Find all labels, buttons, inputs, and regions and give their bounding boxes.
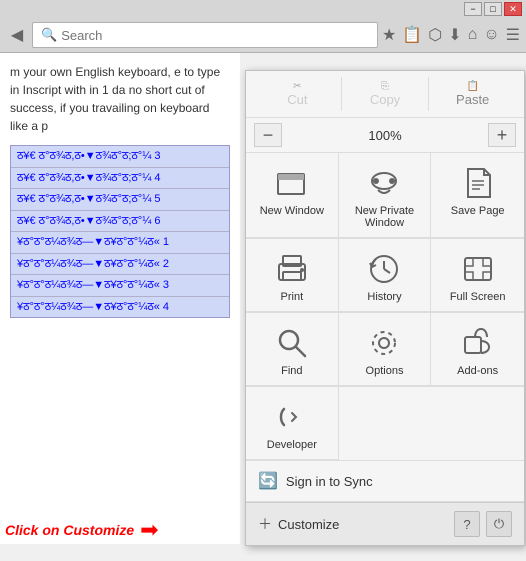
save-page-icon — [460, 165, 496, 201]
list-item[interactable]: ठ¥€ ठ°ठ¾ठ,ठ•▼ठ¾ठ°ठ;ठ°¼ 4 — [11, 168, 229, 190]
sync-icon: 🔄 — [258, 471, 278, 491]
click-annotation-text: Click on Customize — [5, 522, 134, 538]
nav-bar: ◀ 🔍 ★ 📋 ⬡ ⬇ ⌂ ☺ ☰ — [0, 18, 526, 52]
sign-in-label: Sign in to Sync — [286, 474, 373, 489]
find-button[interactable]: Find — [246, 313, 339, 386]
page-text: m your own English keyboard, e to type i… — [10, 63, 230, 135]
bookmark-icon[interactable]: ★ — [382, 25, 396, 45]
help-button[interactable]: ? — [454, 511, 480, 537]
developer-button[interactable]: Developer — [246, 387, 339, 460]
developer-icon — [274, 399, 310, 435]
new-window-icon — [274, 165, 310, 201]
search-bar[interactable]: 🔍 — [32, 22, 378, 48]
list-item[interactable]: ¥ठ°ठ°ठ¼ठ¾ठ—▼ठ¥ठ°ठ°¼ठ« 1 — [11, 232, 229, 254]
find-label: Find — [281, 365, 302, 377]
main-content: m your own English keyboard, e to type i… — [0, 53, 526, 544]
reading-list-icon[interactable]: 📋 — [402, 25, 422, 45]
find-icon — [274, 325, 310, 361]
power-button[interactable]: ⏻ — [486, 511, 512, 537]
icon-grid-row2: Print History — [246, 239, 524, 313]
search-icon: 🔍 — [41, 27, 57, 43]
title-bar: − □ ✕ — [0, 0, 526, 18]
list-item[interactable]: ठ¥€ ठ°ठ¾ठ,ठ•▼ठ¾ठ°ठ;ठ°¼ 6 — [11, 211, 229, 233]
minimize-button[interactable]: − — [464, 2, 482, 16]
history-label: History — [367, 291, 401, 303]
zoom-value: 100% — [282, 128, 488, 143]
dropdown-menu: ✂ Cut ⎘ Copy 📋 Paste − 100% + — [245, 70, 525, 546]
link-list: ठ¥€ ठ°ठ¾ठ,ठ•▼ठ¾ठ°ठ;ठ°¼ 3 ठ¥€ ठ°ठ¾ठ,ठ•▼ठ¾… — [10, 145, 230, 318]
maximize-button[interactable]: □ — [484, 2, 502, 16]
options-icon — [366, 325, 402, 361]
print-icon — [274, 251, 310, 287]
addons-icon — [460, 325, 496, 361]
full-screen-icon — [460, 251, 496, 287]
history-icon — [366, 251, 402, 287]
new-private-window-label: New Private Window — [347, 205, 423, 229]
page-content: m your own English keyboard, e to type i… — [0, 53, 240, 544]
new-private-window-button[interactable]: New Private Window — [339, 153, 432, 238]
icon-grid-row3: Find Options — [246, 313, 524, 387]
home-icon[interactable]: ⌂ — [468, 26, 478, 44]
zoom-in-button[interactable]: + — [488, 123, 516, 147]
sign-in-button[interactable]: 🔄 Sign in to Sync — [246, 461, 524, 502]
cut-button[interactable]: ✂ Cut — [254, 77, 342, 111]
pocket-icon[interactable]: ⬡ — [428, 25, 442, 45]
options-button[interactable]: Options — [339, 313, 432, 386]
search-input[interactable] — [61, 28, 369, 43]
arrow-icon: ➡ — [140, 517, 158, 543]
customize-row: ＋ Customize ? ⏻ — [246, 502, 524, 545]
browser-chrome: − □ ✕ ◀ 🔍 ★ 📋 ⬡ ⬇ ⌂ ☺ ☰ — [0, 0, 526, 53]
new-window-label: New Window — [260, 205, 324, 217]
customize-button[interactable]: Customize — [278, 517, 448, 532]
click-annotation: Click on Customize ➡ — [5, 517, 159, 543]
new-window-button[interactable]: New Window — [246, 153, 339, 238]
user-icon[interactable]: ☺ — [483, 26, 499, 44]
list-item[interactable]: ¥ठ°ठ°ठ¼ठ¾ठ—▼ठ¥ठ°ठ°¼ठ« 3 — [11, 275, 229, 297]
developer-label: Developer — [267, 439, 317, 451]
menu-icon[interactable]: ☰ — [506, 25, 520, 45]
list-item[interactable]: ठ¥€ ठ°ठ¾ठ,ठ•▼ठ¾ठ°ठ;ठ°¼ 5 — [11, 189, 229, 211]
options-label: Options — [366, 365, 404, 377]
paste-button[interactable]: 📋 Paste — [429, 77, 516, 111]
print-button[interactable]: Print — [246, 239, 339, 312]
edit-row: ✂ Cut ⎘ Copy 📋 Paste — [246, 71, 524, 118]
full-screen-button[interactable]: Full Screen — [431, 239, 524, 312]
addons-button[interactable]: Add-ons — [431, 313, 524, 386]
save-page-label: Save Page — [451, 205, 505, 217]
download-icon[interactable]: ⬇ — [448, 25, 461, 45]
addons-label: Add-ons — [457, 365, 498, 377]
save-page-button[interactable]: Save Page — [431, 153, 524, 238]
list-item[interactable]: ¥ठ°ठ°ठ¼ठ¾ठ—▼ठ¥ठ°ठ°¼ठ« 2 — [11, 254, 229, 276]
full-screen-label: Full Screen — [450, 291, 506, 303]
customize-plus-icon: ＋ — [258, 514, 272, 534]
zoom-row: − 100% + — [246, 118, 524, 153]
icon-grid-row4: Developer — [246, 387, 524, 461]
new-private-window-icon — [366, 165, 402, 201]
nav-icons: ★ 📋 ⬡ ⬇ ⌂ ☺ ☰ — [382, 25, 520, 45]
icon-grid-row1: New Window New Private Window — [246, 153, 524, 239]
copy-button[interactable]: ⎘ Copy — [342, 77, 430, 111]
history-button[interactable]: History — [339, 239, 432, 312]
close-button[interactable]: ✕ — [504, 2, 522, 16]
zoom-out-button[interactable]: − — [254, 123, 282, 147]
print-label: Print — [281, 291, 304, 303]
list-item[interactable]: ठ¥€ ठ°ठ¾ठ,ठ•▼ठ¾ठ°ठ;ठ°¼ 3 — [11, 146, 229, 168]
back-button[interactable]: ◀ — [6, 24, 28, 46]
list-item[interactable]: ¥ठ°ठ°ठ¼ठ¾ठ—▼ठ¥ठ°ठ°¼ठ« 4 — [11, 297, 229, 318]
